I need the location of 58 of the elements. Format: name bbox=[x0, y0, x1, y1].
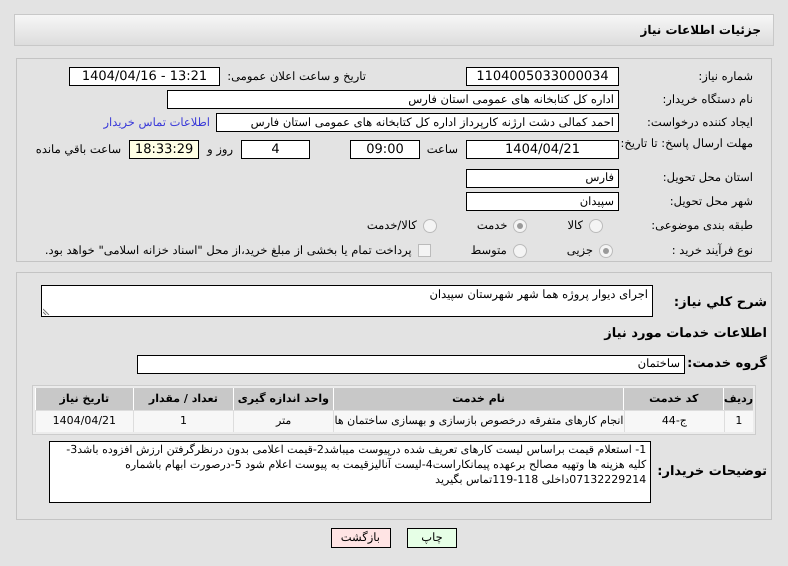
text-field[interactable]: 09:00 bbox=[350, 140, 420, 159]
radio-label: متوسط bbox=[470, 242, 507, 260]
field-label: استان محل تحویل: bbox=[662, 169, 753, 186]
radio-label: کالا/خدمت bbox=[366, 217, 417, 234]
radio-button[interactable] bbox=[589, 218, 603, 233]
text-field[interactable]: اداره کل کتابخانه های عمومی استان فارس bbox=[167, 90, 619, 109]
table-cell: ج-44 bbox=[624, 410, 724, 432]
text-field[interactable]: 1404/04/16 - 13:21 bbox=[69, 67, 220, 86]
buyer-notes-textarea[interactable]: 1- استعلام قیمت براساس لیست کارهای تعریف شده درپیوست میباشد2-قیمت اعلامی بدون درنظرگرفتن ارزش افزوده باشد3-کلیه هزینه ها وتهیه مصالح برعهده پیمانکاراست4-لیست آنالیزقیمت به پیوست اعلام شود 5-درصورت ابهام باشماره 07132229214داخلی 118-119تماس بگیرید bbox=[49, 441, 652, 503]
column-header: کد خدمت bbox=[623, 388, 723, 410]
print-button[interactable]: چاپ bbox=[407, 528, 457, 548]
field-label: طبقه بندی موضوعی: bbox=[650, 217, 753, 234]
radio-label: خدمت bbox=[476, 217, 508, 234]
table-cell: انجام کارهای متفرقه درخصوص بازسازی و بهسازی ساختمان ها bbox=[332, 410, 624, 432]
radio-button[interactable] bbox=[513, 218, 528, 233]
column-header: نام خدمت bbox=[332, 388, 624, 410]
field-label: شماره نیاز: bbox=[697, 68, 753, 85]
table-cell: متر bbox=[233, 410, 333, 432]
radio-button[interactable] bbox=[599, 244, 613, 258]
field-label: تاریخ و ساعت اعلان عمومی: bbox=[226, 68, 366, 85]
text-field[interactable]: 1104005033000034 bbox=[466, 67, 619, 86]
contact-link[interactable]: اطلاعات تماس خریدار bbox=[103, 114, 210, 132]
page-title: جزئیات اطلاعات نیاز bbox=[640, 22, 761, 39]
service-group-field[interactable]: ساختمان bbox=[137, 354, 685, 374]
radio-label: جزیی bbox=[566, 242, 593, 260]
radio-label: کالا bbox=[567, 217, 583, 234]
field-label: مهلت ارسال پاسخ: تا تاریخ: bbox=[619, 136, 753, 150]
table-cell: 1 bbox=[724, 410, 753, 432]
description-textarea[interactable]: اجرای دیوار پروژه هما شهر شهرستان سپیدان bbox=[41, 285, 653, 317]
column-header: ردیف bbox=[723, 388, 753, 410]
field-label: ایجاد کننده درخواست: bbox=[646, 114, 753, 131]
section-title: اطلاعات خدمات مورد نیاز bbox=[604, 325, 767, 344]
field-label: شهر محل تحویل: bbox=[668, 193, 753, 210]
table-cell: 1 bbox=[132, 410, 234, 432]
text-field[interactable]: احمد کمالی دشت ارژنه کارپرداز اداره کل کتابخانه های عمومی استان فارس bbox=[216, 113, 619, 132]
field-label: گروه خدمت: bbox=[686, 354, 767, 374]
column-header: تعداد / مقدار bbox=[132, 388, 234, 410]
countdown-field[interactable]: 18:33:29 bbox=[129, 140, 200, 159]
field-label: توضیحات خریدار: bbox=[657, 463, 767, 482]
field-label: ساعت bbox=[428, 140, 458, 158]
field-label: نوع فرآیند خرید : bbox=[670, 242, 753, 260]
field-label: ساعت باقي مانده bbox=[36, 140, 122, 158]
text-field[interactable]: فارس bbox=[466, 168, 619, 188]
text-field[interactable]: سپیدان bbox=[466, 192, 619, 212]
field-label: نام دستگاه خریدار: bbox=[661, 90, 753, 108]
back-button[interactable]: بازگشت bbox=[331, 528, 391, 548]
column-header: تاریخ نیاز bbox=[35, 388, 133, 410]
text-field[interactable]: 4 bbox=[241, 140, 310, 159]
field-label: روز و bbox=[207, 140, 233, 158]
resize-grip-icon[interactable] bbox=[43, 308, 50, 315]
radio-button[interactable] bbox=[422, 218, 437, 233]
checkbox[interactable] bbox=[418, 244, 431, 258]
table-cell: 1404/04/21 bbox=[35, 410, 133, 432]
radio-button[interactable] bbox=[512, 244, 527, 258]
column-header: واحد اندازه گیری bbox=[233, 388, 333, 410]
text-field[interactable]: 1404/04/21 bbox=[466, 140, 619, 159]
checkbox-label: پرداخت تمام یا بخشی از مبلغ خرید،از محل "اسناد خزانه اسلامی" خواهد بود. bbox=[44, 242, 412, 260]
field-label: شرح کلي نیاز: bbox=[672, 294, 767, 312]
